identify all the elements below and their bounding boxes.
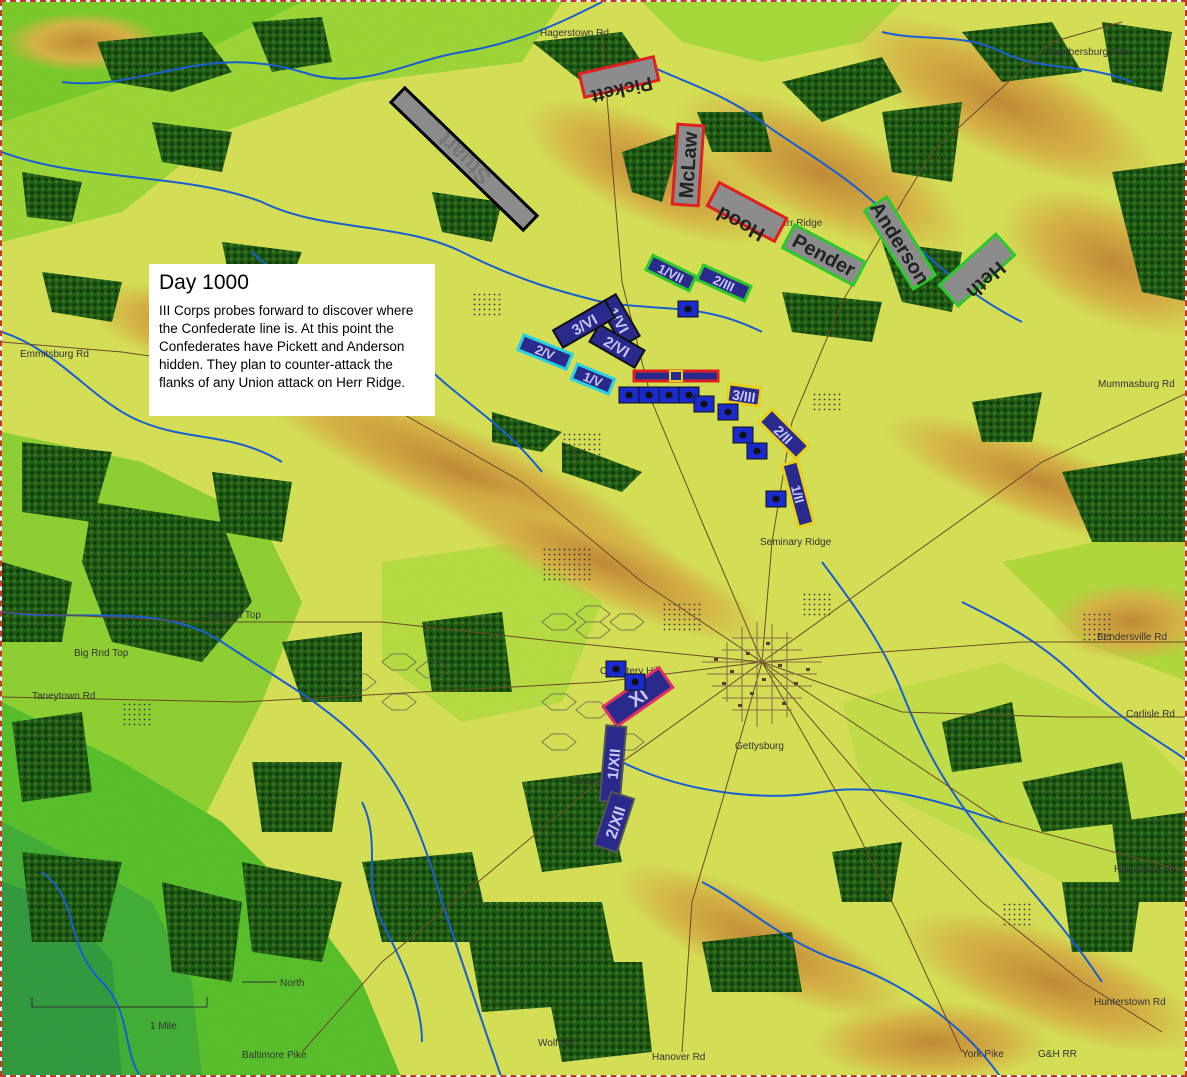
unit-mclaw[interactable]: McLaw — [670, 122, 706, 208]
label-hagerstown-rd: Hagerstown Rd — [540, 28, 609, 39]
artillery-icon[interactable] — [677, 300, 699, 318]
artillery-icon[interactable] — [732, 426, 754, 444]
artillery-icon[interactable] — [618, 386, 640, 404]
label-chambersburg-pike: Chambersburg Pike — [1042, 47, 1131, 58]
label-big-rnd-top: Big Rnd Top — [74, 648, 129, 659]
artillery-icon[interactable] — [605, 660, 627, 678]
unit-mclaw-label: McLaw — [676, 131, 703, 199]
map-frame: Hagerstown Rd Chambersburg Pike Herr Rid… — [0, 0, 1187, 1077]
artillery-icon[interactable] — [658, 386, 680, 404]
artillery-icon[interactable] — [624, 673, 646, 691]
label-north: North — [280, 978, 304, 989]
label-hanover-rd: Hanover Rd — [652, 1052, 705, 1063]
label-bendersville-rd: Bendersville Rd — [1097, 632, 1167, 643]
label-baltimore-pike: Baltimore Pike — [242, 1050, 307, 1061]
label-mummasburg-rd: Mummasburg Rd — [1098, 379, 1175, 390]
label-emmitsburg-rd: Emmitsburg Rd — [20, 349, 89, 360]
label-seminary-ridge: Seminary Ridge — [760, 537, 832, 548]
artillery-icon[interactable] — [693, 395, 715, 413]
label-little-rnd-top: Little Rnd Top — [200, 610, 261, 621]
label-york-pike: York Pike — [962, 1049, 1004, 1060]
label-gettysburg: Gettysburg — [735, 741, 784, 752]
label-gh-rr: G&H RR — [1038, 1049, 1077, 1060]
unit-3-iii[interactable]: 3/III — [725, 382, 763, 408]
map-canvas: Hagerstown Rd Chambersburg Pike Herr Rid… — [2, 2, 1185, 1075]
unit-1-xii-label: 1/XII — [605, 748, 625, 780]
unit-red-line-2[interactable] — [669, 370, 683, 382]
label-harrisburg-rd: Harrisburg Rd — [1114, 864, 1176, 875]
label-carlisle-rd: Carlisle Rd — [1126, 709, 1175, 720]
label-wolf-hill: Wolf Hill — [538, 1038, 574, 1049]
artillery-icon[interactable] — [746, 442, 768, 460]
info-box: Day 1000 III Corps probes forward to dis… — [149, 264, 435, 416]
info-text: III Corps probes forward to discover whe… — [159, 303, 414, 390]
artillery-icon[interactable] — [765, 490, 787, 508]
label-hunterstown-rd: Hunterstown Rd — [1094, 997, 1166, 1008]
info-title: Day 1000 — [159, 271, 249, 294]
artillery-icon[interactable] — [638, 386, 660, 404]
label-one-mile: 1 Mile — [150, 1021, 177, 1032]
artillery-icon[interactable] — [717, 403, 739, 421]
unit-3-iii-label: 3/III — [731, 386, 756, 405]
label-taneytown-rd: Taneytown Rd — [32, 691, 95, 702]
